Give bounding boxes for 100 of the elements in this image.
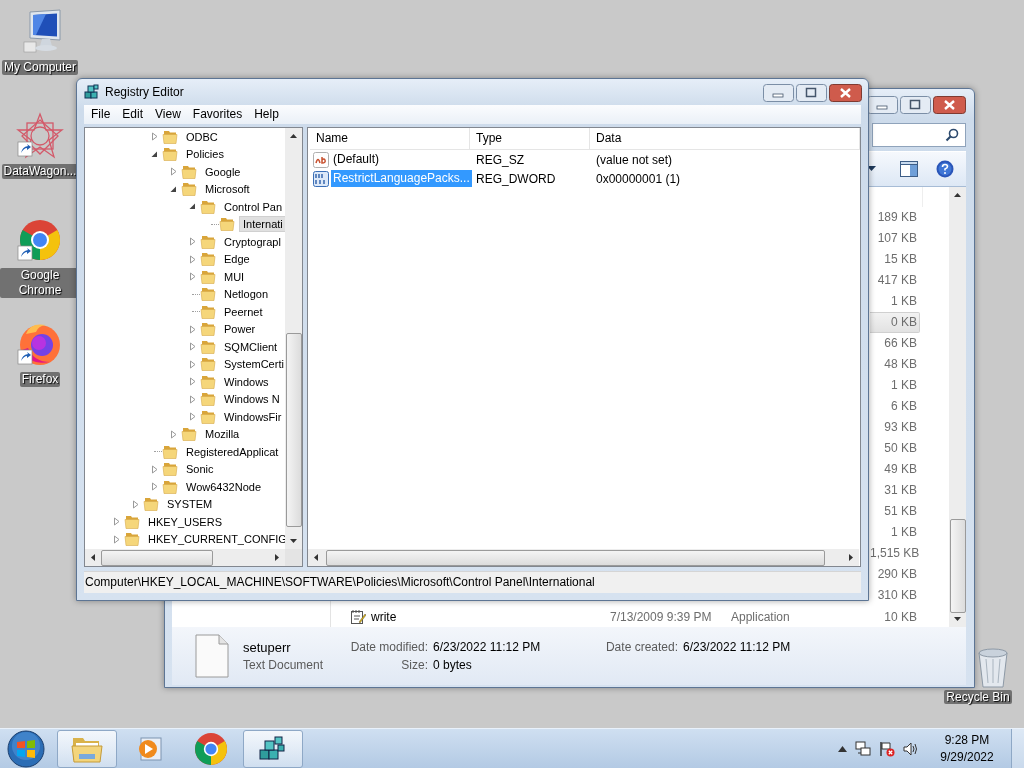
file-size[interactable]: 50 KB xyxy=(870,438,920,459)
start-button[interactable] xyxy=(5,728,47,768)
property-label: Date created: xyxy=(604,640,679,654)
menu-item[interactable]: Favorites xyxy=(186,105,249,124)
desktop-icon-label[interactable]: My Computer xyxy=(2,60,78,75)
maximize-button[interactable] xyxy=(900,96,931,114)
file-size[interactable]: 66 KB xyxy=(870,333,920,354)
search-field[interactable] xyxy=(872,123,966,147)
expander-icon[interactable] xyxy=(150,149,159,159)
file-size[interactable]: 290 KB xyxy=(870,564,920,585)
file-size[interactable]: 31 KB xyxy=(870,480,920,501)
up-arrow-icon[interactable] xyxy=(838,745,847,752)
flag-icon[interactable] xyxy=(879,740,895,757)
column-header[interactable]: Name xyxy=(310,128,470,149)
expander-icon[interactable] xyxy=(188,202,197,212)
tree-item[interactable]: HKEY_USERS xyxy=(144,513,225,530)
file-size[interactable]: 1 KB xyxy=(870,291,920,312)
menu-item[interactable]: File xyxy=(85,105,117,124)
preview-pane-icon[interactable] xyxy=(900,161,918,177)
maximize-button[interactable] xyxy=(796,84,827,102)
status-bar: Computer\HKEY_LOCAL_MACHINE\SOFTWARE\Policies\Microsoft\Control Panel\International xyxy=(84,571,861,593)
scroll-thumb[interactable] xyxy=(101,550,213,566)
file-size: 10 KB xyxy=(883,609,917,624)
file-size[interactable]: 417 KB xyxy=(870,270,920,291)
tree-item[interactable]: Internati xyxy=(239,216,285,233)
tree-item[interactable]: Wow6432Node xyxy=(182,478,264,495)
scroll-thumb[interactable] xyxy=(950,519,966,613)
caret-icon[interactable] xyxy=(867,166,876,172)
taskbar-button[interactable] xyxy=(243,729,303,768)
file-row[interactable]: write 7/13/2009 9:39 PM Application 10 KB xyxy=(331,606,920,627)
file-size[interactable]: 0 KB xyxy=(870,312,920,333)
close-button[interactable] xyxy=(933,96,966,114)
clock[interactable]: 9:28 PM 9/29/2022 xyxy=(937,731,997,766)
tree-item[interactable]: Google xyxy=(201,163,244,180)
file-size[interactable]: 189 KB xyxy=(870,207,920,228)
file-size[interactable]: 49 KB xyxy=(870,459,920,480)
file-name: setuperr xyxy=(243,639,292,655)
tree-item[interactable]: MUI xyxy=(220,268,248,285)
minimize-button[interactable] xyxy=(867,96,898,114)
tree-item[interactable]: Policies xyxy=(182,146,227,163)
column-header[interactable]: Type xyxy=(470,128,590,149)
tree-item[interactable]: Microsoft xyxy=(201,181,253,198)
file-size[interactable]: 1 KB xyxy=(870,522,920,543)
folder-icon xyxy=(200,303,216,320)
tree-item[interactable]: Sonic xyxy=(182,461,217,478)
minimize-button[interactable] xyxy=(763,84,794,102)
folder-icon xyxy=(162,128,178,145)
window-title: Registry Editor xyxy=(105,85,184,99)
recycle-bin-icon xyxy=(978,648,1008,688)
desktop-icon-label[interactable]: Recycle Bin xyxy=(944,690,1012,704)
value-name[interactable]: (Default) xyxy=(331,151,381,168)
menu-item[interactable]: Edit xyxy=(116,105,150,124)
show-desktop-button[interactable] xyxy=(1011,728,1024,768)
horizontal-scrollbar[interactable] xyxy=(85,549,285,566)
tree-item[interactable]: Edge xyxy=(220,251,253,268)
vertical-scrollbar[interactable] xyxy=(285,128,302,549)
scroll-thumb[interactable] xyxy=(286,333,302,527)
menu-item[interactable]: Help xyxy=(248,105,285,124)
file-size[interactable]: 1 KB xyxy=(870,375,920,396)
folder-icon xyxy=(200,268,216,285)
file-size[interactable]: 1,515 KB xyxy=(870,543,920,564)
file-size[interactable]: 93 KB xyxy=(870,417,920,438)
document-icon xyxy=(195,634,229,678)
expander-icon[interactable] xyxy=(169,184,178,194)
tree-item[interactable]: Cryptograpl xyxy=(220,233,284,250)
file-size[interactable]: 310 KB xyxy=(870,585,920,606)
tree-item[interactable]: Peernet xyxy=(220,303,266,320)
file-size[interactable]: 48 KB xyxy=(870,354,920,375)
file-type: Application xyxy=(731,609,791,624)
tree-item[interactable]: Windows xyxy=(220,373,272,390)
tree-item[interactable]: HKEY_CURRENT_CONFIG xyxy=(144,531,285,548)
binary-value-icon xyxy=(313,170,329,187)
menu-item[interactable]: View xyxy=(149,105,187,124)
network-icon[interactable] xyxy=(855,740,871,757)
tree-item[interactable]: SystemCerti xyxy=(220,356,285,373)
file-size[interactable]: 107 KB xyxy=(870,228,920,249)
vertical-scrollbar[interactable] xyxy=(949,187,966,627)
tree-item[interactable]: Mozilla xyxy=(201,426,243,443)
desktop-icon-label[interactable]: Firefox xyxy=(19,372,61,387)
tree-item[interactable]: Control Pan xyxy=(220,198,285,215)
tree-item[interactable]: WindowsFir xyxy=(220,408,285,425)
tree-item[interactable]: Power xyxy=(220,321,259,338)
folder-icon xyxy=(200,356,216,373)
tree-item[interactable]: SQMClient xyxy=(220,338,281,355)
speaker-icon[interactable] xyxy=(903,740,919,757)
tree-item[interactable]: Netlogon xyxy=(220,286,272,303)
value-data: (value not set) xyxy=(595,152,674,167)
tree-item[interactable]: Windows N xyxy=(220,391,283,408)
column-header[interactable]: Data xyxy=(590,128,860,149)
close-button[interactable] xyxy=(829,84,862,102)
file-size[interactable]: 15 KB xyxy=(870,249,920,270)
tree-item[interactable]: SYSTEM xyxy=(163,496,216,513)
chrome-icon xyxy=(195,732,227,765)
tree-item[interactable]: ODBC xyxy=(182,128,221,145)
file-date: 7/13/2009 9:39 PM xyxy=(610,609,713,624)
help-icon[interactable] xyxy=(936,160,954,178)
file-size[interactable]: 6 KB xyxy=(870,396,920,417)
file-size[interactable]: 51 KB xyxy=(870,501,920,522)
desktop-icon-label[interactable]: DataWagon... xyxy=(1,164,79,179)
tree-item[interactable]: RegisteredApplicat xyxy=(182,443,282,460)
